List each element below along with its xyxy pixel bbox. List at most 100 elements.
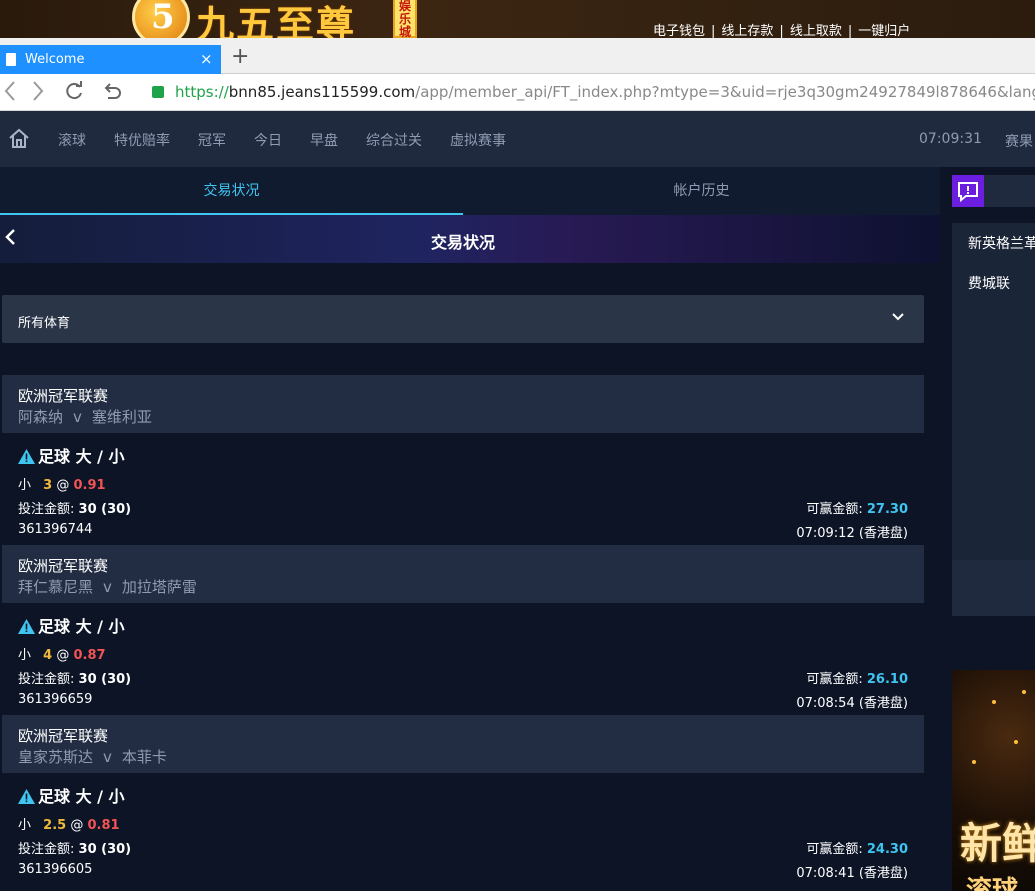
bet-pick: 小 2.5 @ 0.81 bbox=[18, 814, 120, 833]
undo-icon[interactable] bbox=[102, 80, 122, 108]
win-amount: 26.10 bbox=[866, 672, 908, 687]
home-icon[interactable] bbox=[8, 127, 30, 149]
bet-time: 07:08:54 (香港盘) bbox=[796, 696, 908, 711]
handicap-line: 2.5 bbox=[43, 818, 67, 833]
potential-win: 可赢金额: 24.30 bbox=[806, 838, 908, 857]
nav-special-odds[interactable]: 特优赔率 bbox=[114, 130, 170, 150]
promo-banner[interactable]: 新鲜 滚球 bbox=[952, 670, 1035, 891]
bet-header: 欧洲冠军联赛 皇家苏斯达 v 本菲卡 bbox=[2, 715, 924, 773]
sport-filter-select[interactable]: 所有体育 bbox=[2, 295, 924, 343]
bet-body: 足球 大 / 小 小 3 @ 0.91 投注金额: 30 (30) 可赢金额: … bbox=[2, 433, 924, 545]
nav-early[interactable]: 早盘 bbox=[310, 130, 338, 150]
nav-outright[interactable]: 冠军 bbox=[198, 130, 226, 150]
url-text[interactable]: https://bnn85.jeans115599.com/app/member… bbox=[175, 83, 1035, 101]
home-team: 拜仁慕尼黑 bbox=[18, 578, 94, 596]
nav-parlay[interactable]: 综合过关 bbox=[366, 130, 422, 150]
potential-win: 可赢金额: 27.30 bbox=[806, 498, 908, 517]
chat-button[interactable] bbox=[952, 175, 984, 207]
market-label: 足球 大 / 小 bbox=[38, 447, 125, 466]
vs-label: v bbox=[103, 748, 112, 766]
away-team: 本菲卡 bbox=[121, 748, 167, 766]
bet-body: 足球 大 / 小 小 4 @ 0.87 投注金额: 30 (30) 可赢金额: … bbox=[2, 603, 924, 715]
stake-label: 投注金额: bbox=[18, 672, 75, 687]
vs-label: v bbox=[103, 578, 112, 596]
document-icon bbox=[6, 53, 16, 66]
forward-icon[interactable] bbox=[32, 80, 44, 108]
warning-icon bbox=[18, 449, 35, 468]
at-sign: @ bbox=[56, 478, 70, 493]
nav-items: 滚球 特优赔率 冠军 今日 早盘 综合过关 虚拟赛事 bbox=[58, 130, 534, 150]
pick-side: 小 bbox=[18, 478, 32, 493]
match-teams: 阿森纳 v 塞维利亚 bbox=[18, 406, 152, 427]
market-title: 足球 大 / 小 bbox=[18, 613, 125, 638]
win-label: 可赢金额: bbox=[806, 672, 863, 687]
close-icon[interactable]: × bbox=[200, 50, 213, 68]
link-e-wallet[interactable]: 电子钱包 bbox=[653, 24, 705, 38]
nav-results[interactable]: 赛果 bbox=[1005, 131, 1033, 151]
logo-tag: 娱乐城 bbox=[393, 0, 417, 38]
stake-value: 30 (30) bbox=[78, 672, 132, 687]
match-teams: 拜仁慕尼黑 v 加拉塔萨雷 bbox=[18, 576, 197, 597]
ticket-id: 361396659 bbox=[18, 692, 93, 707]
stake: 投注金额: 30 (30) bbox=[18, 838, 131, 857]
banner-links: 电子钱包 | 线上存款 | 线上取款 | 一键归户 bbox=[653, 20, 910, 38]
browser-tab[interactable]: Welcome × bbox=[0, 45, 221, 74]
separator: | bbox=[711, 24, 716, 38]
page-title: 交易状况 bbox=[430, 233, 495, 252]
right-panel: 新英格兰革 费城联 新鲜 滚球 bbox=[952, 175, 1035, 891]
link-withdraw[interactable]: 线上取款 bbox=[790, 24, 842, 38]
tab-account-history[interactable]: 帐户历史 bbox=[470, 167, 933, 215]
promo-headline: 新鲜 bbox=[960, 819, 1035, 868]
message-alert-icon bbox=[958, 182, 978, 203]
home-team: 皇家苏斯达 bbox=[18, 748, 94, 766]
page-header: 交易状况 bbox=[0, 215, 940, 263]
back-icon[interactable] bbox=[4, 80, 16, 108]
away-team: 加拉塔萨雷 bbox=[121, 578, 197, 596]
league-name: 欧洲冠军联赛 bbox=[18, 387, 109, 405]
bet-pick: 小 3 @ 0.91 bbox=[18, 474, 106, 493]
url-host: bnn85.jeans115599.com bbox=[228, 83, 416, 101]
sparkle bbox=[992, 700, 996, 704]
live-away-team: 费城联 bbox=[968, 276, 1010, 292]
link-one-click-transfer[interactable]: 一键归户 bbox=[858, 24, 910, 38]
side-panel-footer bbox=[952, 560, 1035, 616]
away-team: 塞维利亚 bbox=[91, 408, 152, 426]
separator: | bbox=[779, 24, 784, 38]
potential-win: 可赢金额: 26.10 bbox=[806, 668, 908, 687]
live-match-panel[interactable]: 新英格兰革 费城联 bbox=[952, 223, 1035, 560]
clock: 07:09:31 bbox=[919, 131, 982, 147]
stake-label: 投注金额: bbox=[18, 502, 75, 517]
sport-filter-label: 所有体育 bbox=[18, 316, 71, 331]
nav-today[interactable]: 今日 bbox=[254, 130, 282, 150]
league-name: 欧洲冠军联赛 bbox=[18, 727, 109, 745]
nav-live[interactable]: 滚球 bbox=[58, 130, 86, 150]
link-deposit[interactable]: 线上存款 bbox=[721, 24, 773, 38]
new-tab-button[interactable]: + bbox=[231, 46, 249, 68]
warning-icon bbox=[18, 789, 35, 808]
tab-transactions[interactable]: 交易状况 bbox=[0, 167, 463, 215]
win-amount: 24.30 bbox=[866, 842, 908, 857]
win-label: 可赢金额: bbox=[806, 842, 863, 857]
stake-value: 30 (30) bbox=[78, 842, 132, 857]
home-team: 阿森纳 bbox=[18, 408, 64, 426]
bet-header: 欧洲冠军联赛 拜仁慕尼黑 v 加拉塔萨雷 bbox=[2, 545, 924, 603]
warning-icon bbox=[18, 619, 35, 638]
nav-virtual[interactable]: 虚拟赛事 bbox=[450, 130, 506, 150]
bet-time: 07:09:12 (香港盘) bbox=[796, 526, 908, 541]
site-banner: 5 九五至尊 娱乐城 电子钱包 | 线上存款 | 线上取款 | 一键归户 bbox=[0, 0, 1035, 38]
vs-label: v bbox=[73, 408, 82, 426]
live-home-team: 新英格兰革 bbox=[968, 236, 1035, 252]
odds-value: 0.81 bbox=[87, 818, 120, 833]
sparkle bbox=[1022, 690, 1026, 694]
reload-icon[interactable] bbox=[64, 80, 84, 108]
handicap-line: 4 bbox=[43, 648, 53, 663]
logo-badge: 5 bbox=[132, 0, 190, 38]
bet-body: 足球 大 / 小 小 2.5 @ 0.81 投注金额: 30 (30) 可赢金额… bbox=[2, 773, 924, 885]
league-name: 欧洲冠军联赛 bbox=[18, 557, 109, 575]
market-label: 足球 大 / 小 bbox=[38, 617, 125, 636]
match-teams: 皇家苏斯达 v 本菲卡 bbox=[18, 746, 167, 767]
pick-side: 小 bbox=[18, 648, 32, 663]
url-scheme: https:// bbox=[175, 83, 229, 101]
stake-label: 投注金额: bbox=[18, 842, 75, 857]
win-label: 可赢金额: bbox=[806, 502, 863, 517]
